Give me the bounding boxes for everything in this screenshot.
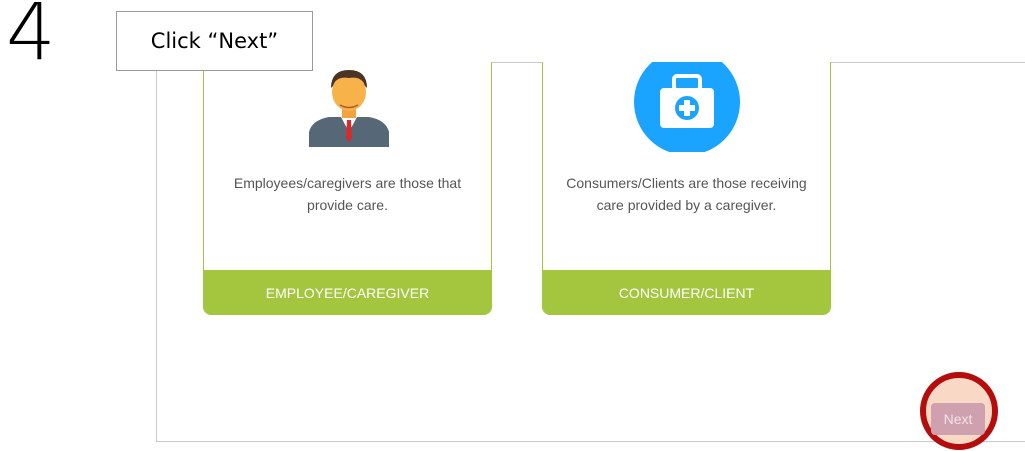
employee-card[interactable]: Employees/caregivers are those that prov… [203,62,492,315]
next-button[interactable]: Next [931,403,985,435]
consumer-description: Consumers/Clients are those receiving ca… [566,175,807,213]
consumer-card[interactable]: Consumers/Clients are those receiving ca… [542,62,831,315]
employee-caregiver-button[interactable]: EMPLOYEE/CAREGIVER [204,270,491,315]
instruction-text: Click “Next” [150,29,279,53]
employee-description: Employees/caregivers are those that prov… [233,175,462,213]
step-number: 4 [6,0,56,78]
medical-kit-icon [634,62,740,152]
consumer-client-button[interactable]: CONSUMER/CLIENT [543,270,830,315]
instruction-callout: Click “Next” [116,11,313,71]
employee-avatar-icon [309,70,389,147]
